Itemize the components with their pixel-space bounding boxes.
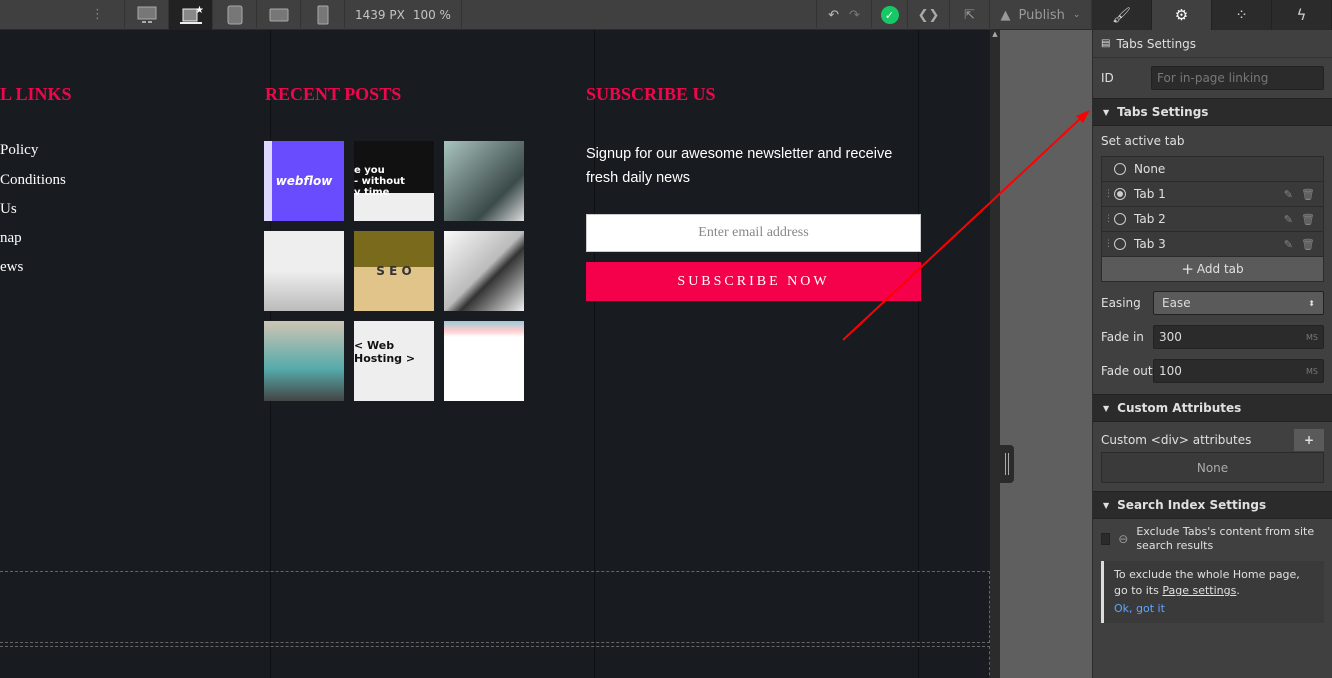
save-icon: ▤ [1101,38,1111,49]
section-title: Tabs Settings [1117,105,1209,119]
search-exclude-icon: ⊖ [1118,532,1129,546]
drag-handle-icon[interactable]: ⋮ [1104,189,1113,199]
tab-option-2[interactable]: ⋮ Tab 2 ✎ 🗑 [1102,207,1323,232]
tab-option-3[interactable]: ⋮ Tab 3 ✎ 🗑 [1102,232,1323,257]
add-tab-button[interactable]: + Add tab [1102,257,1323,281]
trash-icon[interactable]: 🗑 [1301,213,1315,226]
fade-in-input[interactable]: 300 MS [1153,325,1324,349]
easing-label: Easing [1101,296,1141,310]
custom-attr-label: Custom <div> attributes [1101,433,1252,447]
updown-icon: ⬍ [1308,298,1315,308]
fade-in-label: Fade in [1101,330,1144,344]
note-text: . [1236,584,1240,597]
plus-icon: + [1181,260,1194,278]
radio[interactable] [1114,213,1126,225]
attributes-empty: None [1101,452,1324,483]
section-title: Search Index Settings [1117,498,1267,512]
add-attribute-button[interactable]: + [1294,429,1324,451]
easing-value: Ease [1162,296,1191,310]
id-input[interactable]: For in-page linking [1151,66,1324,90]
radio[interactable] [1114,163,1126,175]
drag-handle-icon[interactable]: ⋮ [1104,239,1113,249]
easing-select[interactable]: Ease ⬍ [1153,291,1324,315]
fade-out-label: Fade out [1101,364,1153,378]
pencil-icon[interactable]: ✎ [1284,238,1293,251]
tab-option-none[interactable]: None [1102,157,1323,182]
add-tab-label: Add tab [1196,262,1244,276]
exclude-label: Exclude Tabs's content from site search … [1136,525,1315,552]
search-index-header[interactable]: ▼ Search Index Settings [1093,491,1332,519]
radio[interactable] [1114,188,1126,200]
custom-attributes-header[interactable]: ▼ Custom Attributes [1093,394,1332,422]
set-active-label: Set active tab [1101,134,1185,148]
tab-option-1[interactable]: ⋮ Tab 1 ✎ 🗑 [1102,182,1323,207]
unit-label: MS [1306,366,1318,376]
fade-out-input[interactable]: 100 MS [1153,359,1324,383]
unit-label: MS [1306,332,1318,342]
settings-panel: ▤ Tabs Settings ID For in-page linking ▼ Ta… [1092,30,1332,678]
id-label: ID [1101,71,1114,85]
tabs-settings-header[interactable]: ▼ Tabs Settings [1093,98,1332,126]
tab-label: Tab 2 [1134,212,1166,226]
tab-label: None [1134,162,1166,176]
panel-title: Tabs Settings [1116,36,1197,51]
pencil-icon[interactable]: ✎ [1284,188,1293,201]
ok-got-it-link[interactable]: Ok, got it [1114,601,1314,617]
fade-in-value: 300 [1159,330,1182,344]
pencil-icon[interactable]: ✎ [1284,213,1293,226]
section-title: Custom Attributes [1117,401,1242,415]
info-note: To exclude the whole Home page, go to it… [1101,561,1324,623]
page-settings-link[interactable]: Page settings [1162,584,1236,597]
exclude-checkbox[interactable] [1101,533,1111,545]
trash-icon[interactable]: 🗑 [1301,188,1315,201]
fade-out-value: 100 [1159,364,1182,378]
tab-label: Tab 1 [1134,187,1166,201]
drag-handle-icon[interactable]: ⋮ [1104,214,1113,224]
tab-label: Tab 3 [1134,237,1166,251]
radio[interactable] [1114,238,1126,250]
trash-icon[interactable]: 🗑 [1301,238,1315,251]
tab-list: None ⋮ Tab 1 ✎ 🗑 ⋮ Tab 2 ✎ 🗑 ⋮ Tab 3 ✎ 🗑 + Add tab [1101,156,1324,282]
